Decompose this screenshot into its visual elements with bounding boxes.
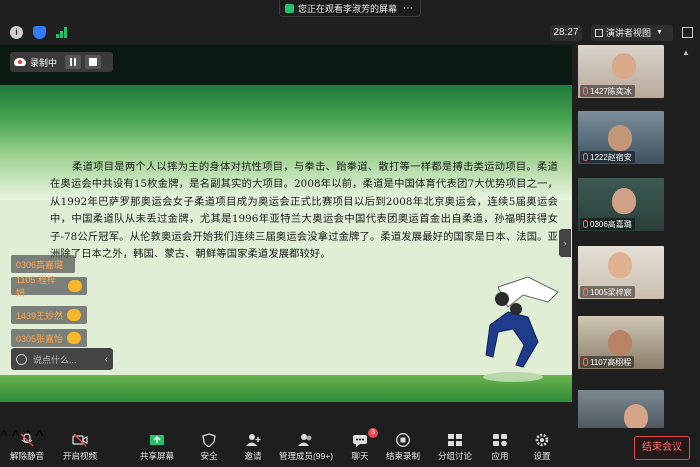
start-video-button[interactable]: 开启视频 [62,431,98,465]
participant-video[interactable]: 1005梁梓宸 [578,246,664,299]
smile-emoji-icon [67,332,82,344]
share-indicator-icon [285,3,294,13]
chat-input-placeholder: 说点什么... [33,354,77,365]
participant-name: 1427陈奕冰 [590,86,632,96]
meeting-timer: 28:27 [550,25,582,41]
apps-icon [493,434,507,447]
pause-recording-button[interactable] [65,55,82,69]
participant-name: 1107高栩程 [590,357,632,367]
chat-message: 1439王妙然 [11,306,87,324]
breakout-label: 分组讨论 [437,451,472,461]
judo-illustration [483,276,559,382]
collapse-gallery-handle[interactable]: › [559,229,571,257]
chat-sender: 0305张嘉怡 [16,333,64,344]
participant-label: 0306高嘉璐 [580,218,635,230]
chevron-down-icon: ▼ [656,29,663,36]
chat-label: 聊天 [351,451,369,461]
stop-recording-button[interactable] [85,55,102,69]
participant-video[interactable] [578,390,664,428]
view-label: 演讲者视图 [606,28,652,38]
end-recording-label: 结束录制 [385,451,420,461]
mic-muted-icon [20,433,34,447]
unmute-button[interactable]: 解除静音 [9,431,45,465]
members-label: 管理成员(99+) [278,451,334,461]
mic-muted-icon [583,288,588,296]
audio-options-chevron-icon[interactable]: ^ [0,428,8,445]
cloud-record-icon [14,58,26,66]
record-stop-icon [396,433,410,447]
chat-button[interactable]: 3 聊天 [348,428,378,465]
participant-name: 0306高嘉璐 [590,219,632,229]
chat-message: 0306高嘉璐 [11,255,75,273]
participant-label: 1222赵宿安 [580,151,635,163]
fullscreen-icon[interactable] [682,27,693,38]
participant-name: 1005梁梓宸 [590,287,632,297]
participant-video[interactable]: 0306高嘉璐 [578,178,664,231]
add-user-icon [246,434,261,446]
slide-paragraph: 柔道项目是两个人以摔为主的身体对抗性项目，与拳击、跆拳道、散打等一样都是搏击类运… [50,161,558,261]
share-screen-button[interactable]: 共享屏幕 [139,431,175,465]
mic-muted-icon [583,153,588,161]
participant-video[interactable]: 1107高栩程 [578,316,664,369]
thumbs-up-emoji-icon [67,309,82,321]
settings-label: 设置 [533,451,551,461]
screen-share-banner[interactable]: 您正在观看李淑芳的屏幕 ⋯ [279,0,421,17]
emoji-picker-icon[interactable] [16,353,27,365]
end-meeting-button[interactable]: 结束会议 [634,436,690,460]
unmute-label: 解除静音 [9,451,44,461]
breakout-grid-icon [448,434,462,446]
members-icon [298,434,312,446]
apps-button[interactable]: 应用 [488,431,512,465]
participant-label: 1005梁梓宸 [580,286,635,298]
security-shield-icon [202,433,216,447]
participant-label: 1107高栩程 [580,356,635,368]
thumbs-up-emoji-icon [68,280,82,292]
participant-video[interactable]: 1222赵宿安 [578,111,664,164]
chat-unread-badge: 3 [368,428,378,438]
mic-muted-icon [583,87,588,95]
gear-icon [535,433,549,447]
participant-video[interactable]: 1427陈奕冰 [578,45,664,98]
start-video-label: 开启视频 [62,451,97,461]
end-recording-button[interactable]: 结束录制 [385,431,421,465]
settings-button[interactable]: 设置 [530,431,554,465]
chat-bubble-icon [353,435,367,447]
share-screen-icon [150,435,164,445]
participant-label: 1427陈奕冰 [580,85,635,97]
chat-sender: 1105 程梓妍 [16,275,56,298]
recording-bar: 录制中 [10,52,113,72]
chat-input[interactable]: 说点什么... ‹ [11,348,113,370]
info-icon[interactable]: i [10,26,23,39]
meeting-window: 您正在观看李淑芳的屏幕 ⋯ i 28:27 演讲者视图 ▼ 柔道项目是两个人以摔… [0,0,700,467]
video-off-icon [72,433,88,447]
signal-icon[interactable] [56,27,68,38]
chat-message: 0305张嘉怡 [11,329,87,347]
mic-muted-icon [583,220,588,228]
more-icon[interactable]: ⋯ [403,3,413,14]
recording-label: 录制中 [30,57,58,68]
shield-icon[interactable] [33,26,46,39]
share-banner-text: 您正在观看李淑芳的屏幕 [298,3,398,14]
chat-sender: 1439王妙然 [16,310,64,321]
security-button[interactable]: 安全 [197,431,221,465]
status-row: i 28:27 演讲者视图 ▼ [0,23,700,43]
participant-name: 1222赵宿安 [590,152,632,162]
chevron-left-icon[interactable]: ‹ [105,354,108,365]
breakout-rooms-button[interactable]: 分组讨论 [437,431,473,465]
security-label: 安全 [200,451,218,461]
invite-label: 邀请 [244,451,262,461]
share-screen-label: 共享屏幕 [139,451,174,461]
invite-button[interactable]: 邀请 [241,431,265,465]
chat-message: 1105 程梓妍 [11,275,87,298]
meeting-toolbar: 解除静音 ^ 开启视频 ^ 共享屏幕 ^ 安全 邀请 管理成员(99+) 3 聊… [0,428,700,467]
mic-muted-icon [583,358,588,366]
speaker-view-button[interactable]: 演讲者视图 ▼ [591,25,673,41]
chat-sender: 0306高嘉璐 [16,259,64,270]
grid-icon [595,29,603,37]
scroll-up-icon[interactable]: ▲ [682,48,692,57]
manage-members-button[interactable]: 管理成员(99+) [278,431,334,465]
apps-label: 应用 [491,451,509,461]
